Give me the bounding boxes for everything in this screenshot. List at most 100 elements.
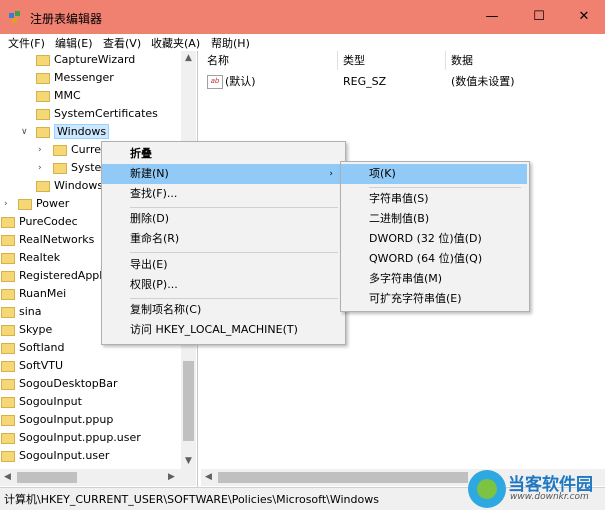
submenu-item-dword-value[interactable]: DWORD (32 位)值(D) bbox=[341, 229, 527, 249]
submenu-item-binary-value[interactable]: 二进制值(B) bbox=[341, 209, 527, 229]
submenu-item-multi-string-value[interactable]: 多字符串值(M) bbox=[341, 269, 527, 289]
logo-inner-icon bbox=[477, 479, 497, 499]
menu-help[interactable]: 帮助(H) bbox=[211, 35, 250, 51]
scroll-thumb[interactable] bbox=[218, 472, 468, 483]
expand-chevron-icon[interactable]: › bbox=[4, 199, 8, 209]
folder-icon bbox=[1, 288, 15, 300]
submenu-item-expandable-string-value[interactable]: 可扩充字符串值(E) bbox=[341, 289, 527, 309]
row-name-cell: (默认) bbox=[225, 75, 256, 88]
regedit-app-icon bbox=[9, 11, 20, 23]
tree-node[interactable]: Realtek bbox=[1, 249, 60, 267]
menu-edit[interactable]: 编辑(E) bbox=[55, 35, 93, 51]
scroll-up-icon[interactable]: ▲ bbox=[181, 51, 196, 66]
new-submenu: 项(K) 字符串值(S) 二进制值(B) DWORD (32 位)值(D) QW… bbox=[340, 161, 530, 312]
tree-node[interactable]: Windows bbox=[36, 177, 103, 195]
menu-item-new-label: 新建(N) bbox=[130, 167, 169, 180]
maximize-button[interactable]: ☐ bbox=[529, 8, 549, 26]
table-row[interactable]: ab (默认) bbox=[207, 74, 256, 90]
menu-file[interactable]: 文件(F) bbox=[8, 35, 45, 51]
tree-node[interactable]: SogouInput.ppup bbox=[1, 411, 113, 429]
row-data-cell: (数值未设置) bbox=[451, 75, 515, 88]
tree-node[interactable]: CaptureWizard bbox=[36, 51, 135, 69]
title-bar: 注册表编辑器 — ☐ ✕ bbox=[0, 0, 605, 34]
collapse-chevron-icon[interactable]: ∨ bbox=[21, 127, 28, 137]
expand-chevron-icon[interactable]: › bbox=[38, 163, 42, 173]
tree-node[interactable]: Syster bbox=[53, 159, 106, 177]
submenu-item-string-value[interactable]: 字符串值(S) bbox=[341, 189, 527, 209]
folder-icon bbox=[53, 162, 67, 174]
menu-item-new[interactable]: 新建(N) › bbox=[102, 164, 343, 184]
menu-separator bbox=[130, 207, 338, 208]
tree-node[interactable]: RealNetworks bbox=[1, 231, 94, 249]
scroll-left-icon[interactable]: ◀ bbox=[201, 469, 216, 486]
expand-chevron-icon[interactable]: › bbox=[38, 145, 42, 155]
folder-icon bbox=[1, 216, 15, 228]
tree-node[interactable]: sina bbox=[1, 303, 42, 321]
tree-node[interactable]: RuanMei bbox=[1, 285, 66, 303]
folder-icon bbox=[36, 54, 50, 66]
menu-item-goto-hklm[interactable]: 访问 HKEY_LOCAL_MACHINE(T) bbox=[102, 320, 343, 340]
tree-node[interactable]: Messenger bbox=[36, 69, 114, 87]
column-header-name[interactable]: 名称 bbox=[207, 52, 229, 70]
tree-node-selected[interactable]: Windows bbox=[36, 123, 110, 141]
window-title: 注册表编辑器 bbox=[30, 12, 103, 26]
column-header-data[interactable]: 数据 bbox=[451, 52, 473, 70]
folder-icon bbox=[1, 396, 15, 408]
menu-item-delete[interactable]: 删除(D) bbox=[102, 209, 343, 229]
folder-icon bbox=[36, 180, 50, 192]
tree-node[interactable]: SogouInput.user bbox=[1, 447, 109, 465]
folder-open-icon bbox=[36, 126, 50, 138]
tree-node[interactable]: SogouInput bbox=[1, 393, 82, 411]
scroll-left-icon[interactable]: ◀ bbox=[0, 469, 15, 486]
folder-icon bbox=[1, 450, 15, 462]
menu-item-permissions[interactable]: 权限(P)... bbox=[102, 275, 343, 295]
tree-node[interactable]: Curre bbox=[53, 141, 101, 159]
folder-icon bbox=[36, 108, 50, 120]
menu-item-copy-key-name[interactable]: 复制项名称(C) bbox=[102, 300, 343, 320]
menu-separator bbox=[130, 298, 338, 299]
watermark-logo: 当客软件园 www.downkr.com bbox=[468, 470, 605, 508]
scroll-down-icon[interactable]: ▼ bbox=[181, 454, 196, 469]
folder-icon bbox=[1, 432, 15, 444]
menu-bar: 文件(F) 编辑(E) 查看(V) 收藏夹(A) 帮助(H) bbox=[0, 34, 605, 51]
menu-item-find[interactable]: 查找(F)... bbox=[102, 184, 343, 204]
string-value-icon: ab bbox=[207, 75, 223, 89]
tree-node[interactable]: SogouDesktopBar bbox=[1, 375, 118, 393]
menu-item-export[interactable]: 导出(E) bbox=[102, 255, 343, 275]
menu-view[interactable]: 查看(V) bbox=[103, 35, 141, 51]
tree-node[interactable]: SogouInput.ppup.user bbox=[1, 429, 141, 447]
folder-icon bbox=[1, 360, 15, 372]
tree-node[interactable]: SystemCertificates bbox=[36, 105, 158, 123]
scroll-thumb[interactable] bbox=[183, 361, 194, 441]
tree-node[interactable]: RegisteredAppl bbox=[1, 267, 102, 285]
menu-item-rename[interactable]: 重命名(R) bbox=[102, 229, 343, 249]
folder-icon bbox=[1, 306, 15, 318]
folder-icon bbox=[1, 324, 15, 336]
close-button[interactable]: ✕ bbox=[574, 8, 594, 26]
tree-node[interactable]: PureCodec bbox=[1, 213, 78, 231]
tree-node[interactable]: Skype bbox=[1, 321, 52, 339]
folder-icon bbox=[18, 198, 32, 210]
folder-icon bbox=[36, 90, 50, 102]
folder-icon bbox=[1, 270, 15, 282]
scroll-right-icon[interactable]: ▶ bbox=[164, 469, 179, 486]
column-divider[interactable] bbox=[337, 51, 338, 70]
submenu-item-key[interactable]: 项(K) bbox=[341, 164, 527, 184]
row-type-cell: REG_SZ bbox=[343, 75, 387, 88]
submenu-item-qword-value[interactable]: QWORD (64 位)值(Q) bbox=[341, 249, 527, 269]
column-header-type[interactable]: 类型 bbox=[343, 52, 365, 70]
tree-node[interactable]: MMC bbox=[36, 87, 81, 105]
logo-icon bbox=[468, 470, 506, 508]
tree-node[interactable]: Softland bbox=[1, 339, 64, 357]
tree-horizontal-scrollbar[interactable]: ◀ ▶ bbox=[0, 469, 196, 486]
tree-node[interactable]: Power bbox=[18, 195, 69, 213]
minimize-button[interactable]: — bbox=[482, 8, 502, 26]
folder-icon bbox=[53, 144, 67, 156]
scroll-thumb[interactable] bbox=[17, 472, 77, 483]
context-menu: 折叠 新建(N) › 查找(F)... 删除(D) 重命名(R) 导出(E) 权限… bbox=[101, 141, 346, 345]
folder-icon bbox=[1, 414, 15, 426]
menu-item-collapse[interactable]: 折叠 bbox=[102, 144, 343, 164]
menu-favorites[interactable]: 收藏夹(A) bbox=[151, 35, 200, 51]
column-divider[interactable] bbox=[445, 51, 446, 70]
tree-node[interactable]: SoftVTU bbox=[1, 357, 63, 375]
